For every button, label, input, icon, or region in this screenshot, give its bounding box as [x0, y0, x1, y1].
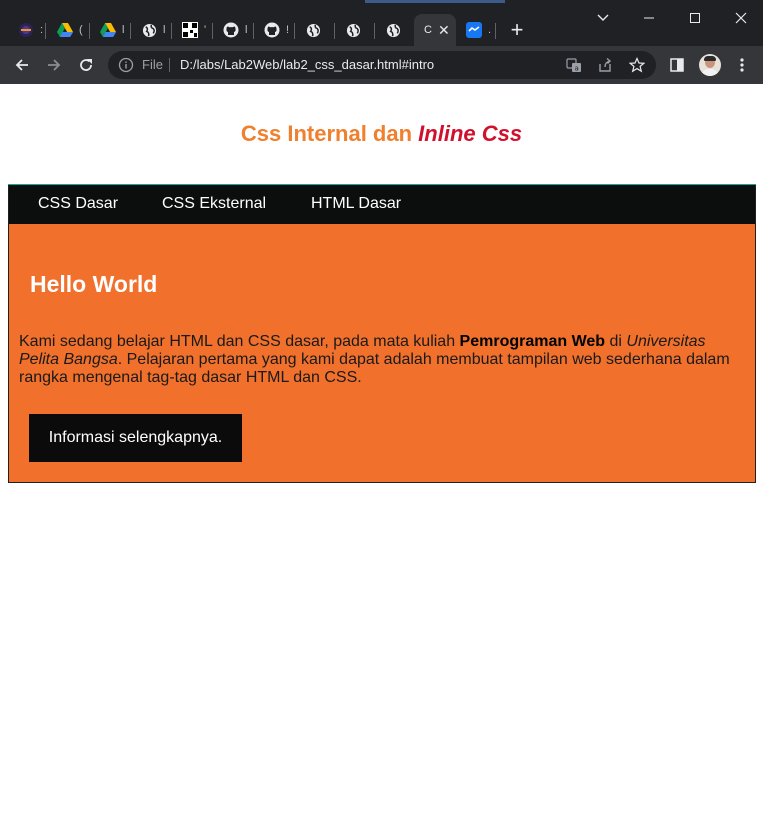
page-title-plain: Css Internal dan	[240, 121, 419, 146]
nav-link-html-dasar[interactable]: HTML Dasar	[311, 195, 401, 213]
hero-paragraph: Kami sedang belajar HTML dan CSS dasar, …	[19, 333, 747, 387]
url-text[interactable]: D:/labs/Lab2Web/lab2_css_dasar.html#intr…	[180, 57, 434, 72]
tab-6-title: l	[245, 24, 248, 36]
share-icon[interactable]	[597, 57, 613, 73]
close-window-button[interactable]	[731, 8, 751, 28]
tab-10[interactable]	[375, 14, 413, 46]
tab-active-title: C	[424, 24, 432, 36]
svg-text:a: a	[575, 65, 579, 73]
tab-12[interactable]: .	[456, 14, 496, 46]
tab-2-title: (	[79, 24, 83, 36]
scheme-label: File	[142, 57, 163, 72]
hero-text-1: Kami sedang belajar HTML dan CSS dasar, …	[19, 333, 460, 350]
github-icon	[264, 22, 280, 38]
browser-toolbar: File D:/labs/Lab2Web/lab2_css_dasar.html…	[0, 46, 763, 84]
tab-strip-accent	[365, 0, 505, 3]
side-panel-icon[interactable]	[667, 55, 687, 75]
tab-active[interactable]: C ✕	[414, 14, 456, 46]
tab-5[interactable]: '	[172, 14, 213, 46]
globe-icon	[141, 22, 157, 38]
close-tab-icon[interactable]: ✕	[438, 22, 450, 39]
hero-text-bold: Pemrograman Web	[459, 333, 606, 350]
navbar: CSS Dasar CSS Eksternal HTML Dasar	[9, 185, 755, 224]
new-tab-button[interactable]: +	[507, 18, 527, 42]
info-icon[interactable]	[118, 57, 134, 73]
nav-link-css-dasar[interactable]: CSS Dasar	[38, 195, 118, 213]
tab-separator	[495, 23, 496, 39]
tab-9[interactable]	[335, 14, 375, 46]
github-icon	[223, 22, 239, 38]
google-drive-icon	[100, 22, 116, 38]
page-title-italic: Inline Css	[418, 121, 523, 146]
forward-button[interactable]	[44, 55, 64, 75]
hero-heading: Hello World	[30, 271, 158, 297]
reload-button[interactable]	[76, 55, 96, 75]
main-container: CSS Dasar CSS Eksternal HTML Dasar Hello…	[8, 184, 756, 483]
omnibox-divider	[169, 58, 170, 72]
tab-12-title: .	[488, 24, 492, 36]
globe-icon	[345, 22, 361, 38]
google-drive-icon	[57, 22, 73, 38]
menu-kebab-icon[interactable]	[732, 55, 752, 75]
minimize-button[interactable]	[639, 8, 659, 28]
globe-icon	[385, 22, 401, 38]
chat-icon	[466, 22, 482, 38]
tab-6[interactable]: l	[213, 14, 254, 46]
qr-code-icon	[182, 22, 198, 38]
tab-7-title: !	[286, 24, 290, 36]
hero-text-2: di	[605, 333, 627, 350]
tab-8[interactable]	[295, 14, 335, 46]
more-info-button[interactable]: Informasi selengkapnya.	[29, 414, 242, 462]
tab-1-title: :	[40, 24, 44, 36]
translate-icon[interactable]: a	[566, 57, 582, 73]
nav-link-css-eksternal[interactable]: CSS Eksternal	[162, 195, 266, 213]
maximize-button[interactable]	[685, 8, 705, 28]
avatar-hair	[704, 56, 716, 61]
tab-search-icon[interactable]	[593, 8, 613, 28]
tab-3-title: l	[122, 24, 125, 36]
tab-3[interactable]: l	[90, 14, 131, 46]
globe-icon	[305, 22, 321, 38]
tab-5-title: '	[204, 24, 207, 36]
profile-avatar[interactable]	[699, 54, 721, 76]
tab-1[interactable]: :	[8, 14, 46, 46]
bookmark-star-icon[interactable]	[629, 57, 645, 73]
tab-7[interactable]: !	[254, 14, 295, 46]
address-bar[interactable]: File D:/labs/Lab2Web/lab2_css_dasar.html…	[108, 51, 656, 79]
tab-2[interactable]: (	[47, 14, 90, 46]
back-button[interactable]	[12, 55, 32, 75]
tab-4[interactable]: l	[131, 14, 172, 46]
tab-separator	[45, 23, 46, 39]
tab-4-title: l	[163, 24, 166, 36]
tab-strip: : ( l l ' l ! C ✕ . +	[0, 0, 763, 46]
eclipse-icon	[18, 22, 34, 38]
avatar-shirt	[701, 69, 719, 76]
hero-text-3: . Pelajaran pertama yang kami dapat adal…	[19, 351, 730, 386]
page-title: Css Internal dan Inline Css	[0, 121, 763, 147]
